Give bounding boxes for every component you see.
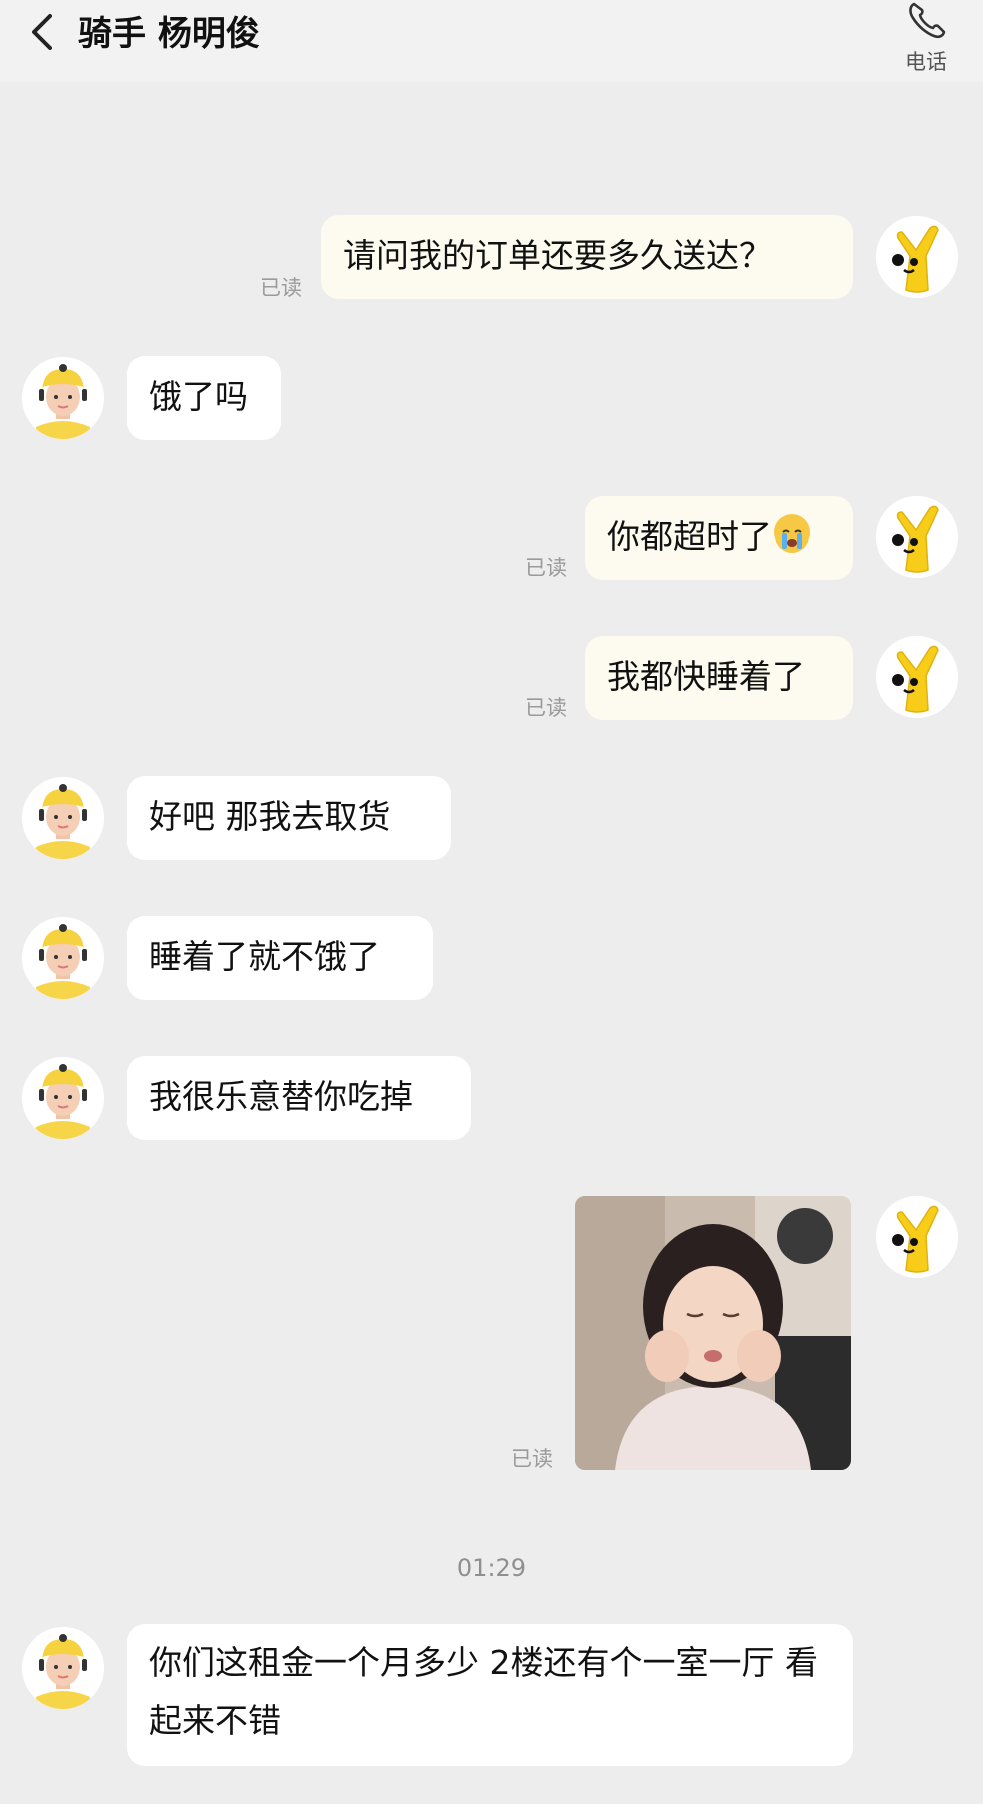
phone-label: 电话 — [905, 50, 947, 74]
my-avatar[interactable] — [876, 1196, 958, 1278]
rider-avatar[interactable] — [22, 1057, 104, 1139]
message-bubble[interactable]: 你都超时了 — [585, 496, 853, 580]
rider-avatar[interactable] — [22, 357, 104, 439]
message-bubble[interactable]: 好吧 那我去取货 — [127, 776, 451, 860]
phone-button[interactable]: 电话 — [891, 0, 961, 80]
read-status: 已读 — [525, 696, 567, 720]
message-timestamp: 01:29 — [456, 1554, 527, 1582]
phone-icon — [909, 2, 946, 39]
rider-avatar[interactable] — [22, 777, 104, 859]
my-avatar[interactable] — [876, 636, 958, 718]
message-bubble[interactable]: 我都快睡着了 — [585, 636, 853, 720]
my-avatar[interactable] — [876, 216, 958, 298]
message-bubble[interactable]: 我很乐意替你吃掉 — [127, 1056, 471, 1140]
message-bubble[interactable]: 请问我的订单还要多久送达？ — [321, 215, 853, 299]
message-text: 你都超时了 — [607, 517, 772, 556]
page-title: 骑手 杨明俊 — [78, 14, 260, 54]
message-bubble[interactable]: 饿了吗 — [127, 356, 281, 440]
message-bubble[interactable]: 你们这租金一个月多少 2楼还有个一室一厅 看起来不错 — [127, 1624, 853, 1766]
rider-avatar[interactable] — [22, 917, 104, 999]
read-status: 已读 — [525, 556, 567, 580]
image-message[interactable] — [575, 1196, 851, 1470]
my-avatar[interactable] — [876, 496, 958, 578]
read-status: 已读 — [511, 1447, 553, 1471]
message-bubble[interactable]: 睡着了就不饿了 — [127, 916, 433, 1000]
chat-header: 骑手 杨明俊 电话 — [0, 0, 983, 82]
chevron-left-icon[interactable] — [24, 12, 60, 52]
read-status: 已读 — [260, 276, 302, 300]
rider-avatar[interactable] — [22, 1627, 104, 1709]
crying-face-icon — [774, 514, 810, 553]
